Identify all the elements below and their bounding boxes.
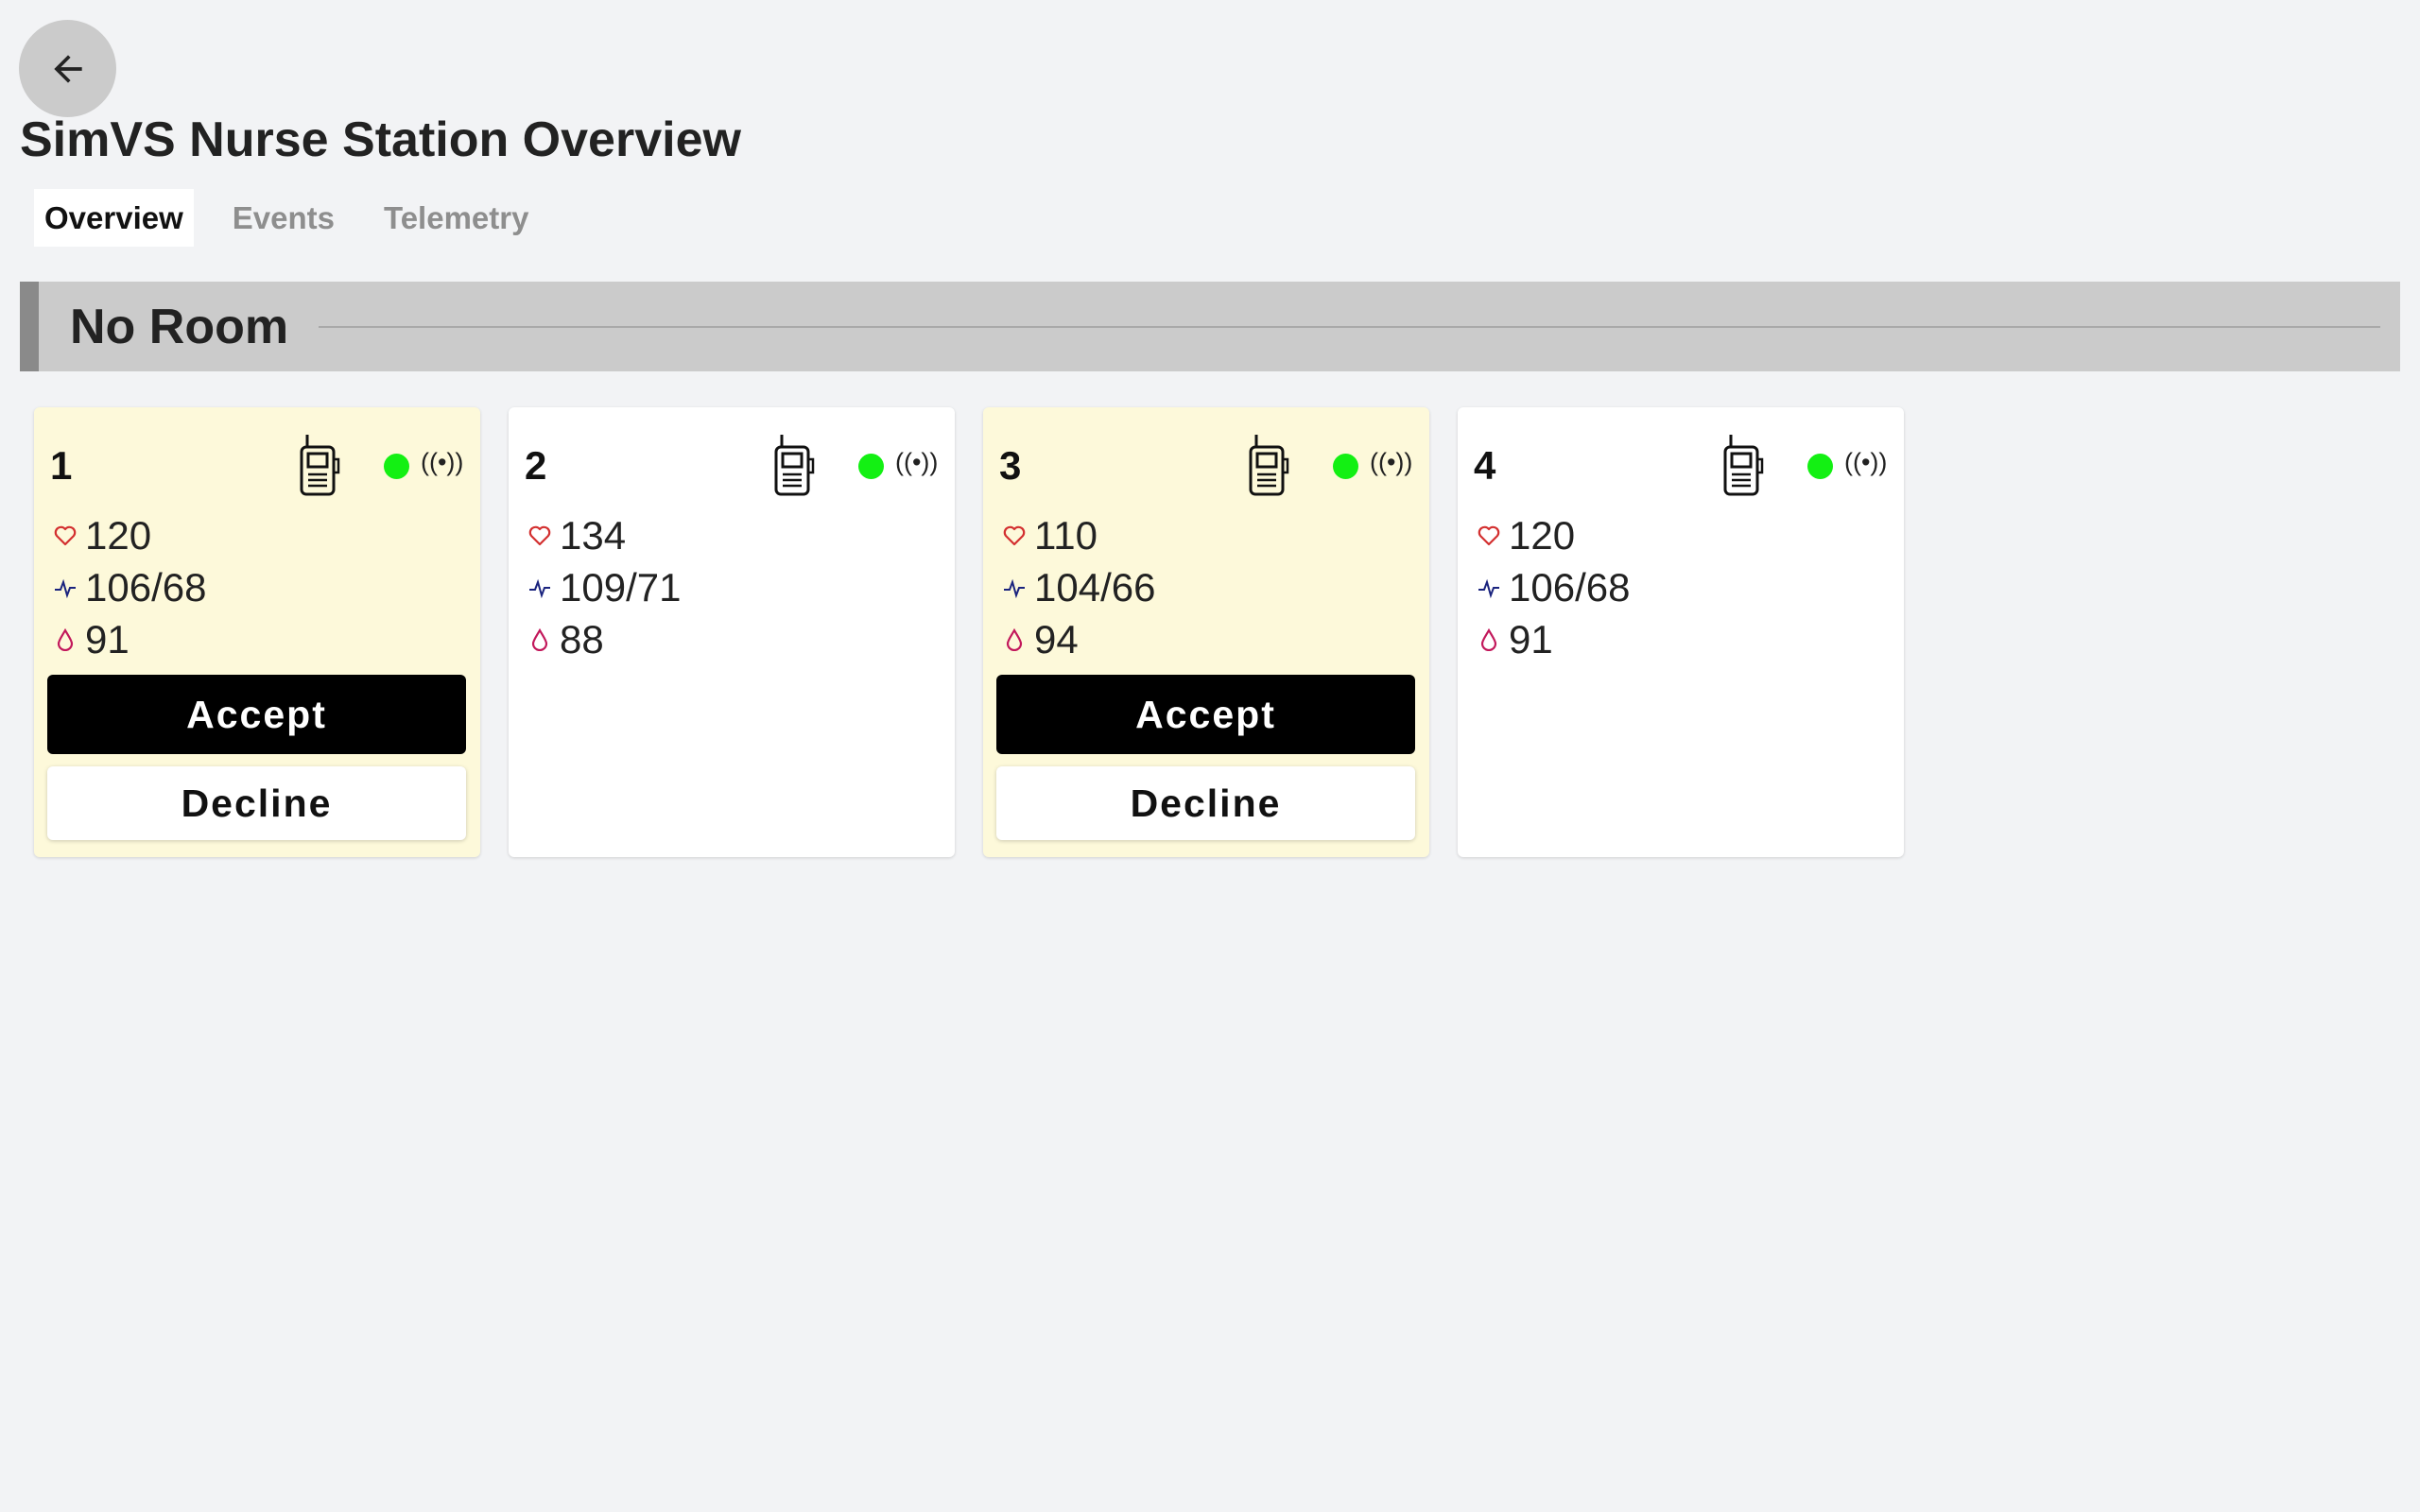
- room-name: No Room: [70, 299, 289, 354]
- tab-events[interactable]: Events: [222, 189, 345, 247]
- drop-icon: [527, 627, 552, 652]
- heart-rate: 120: [1477, 513, 1575, 558]
- blood-pressure-value: 106/68: [1509, 565, 1631, 610]
- patient-card[interactable]: 2 ((•)) 134 109/71 88: [509, 407, 955, 857]
- back-button[interactable]: [19, 20, 116, 117]
- walkie-talkie-icon: [1723, 435, 1764, 496]
- page-title: SimVS Nurse Station Overview: [20, 112, 741, 167]
- spo2-value: 94: [1034, 617, 1079, 662]
- walkie-talkie-icon: [300, 435, 340, 496]
- signal-broadcast-icon: ((•)): [421, 448, 464, 476]
- pulse-icon: [53, 576, 78, 600]
- spo2-value: 91: [85, 617, 130, 662]
- heart-icon: [1002, 524, 1027, 548]
- decline-button[interactable]: Decline: [996, 766, 1415, 840]
- accept-button[interactable]: Accept: [996, 675, 1415, 754]
- drop-icon: [1002, 627, 1027, 652]
- spo2-value: 88: [560, 617, 604, 662]
- spo2: 94: [1002, 617, 1079, 662]
- blood-pressure: 109/71: [527, 565, 681, 610]
- status-dot-icon: [1807, 454, 1833, 479]
- pulse-icon: [1477, 576, 1501, 600]
- heart-icon: [1477, 524, 1501, 548]
- pulse-icon: [527, 576, 552, 600]
- status-dot-icon: [1333, 454, 1358, 479]
- tab-telemetry[interactable]: Telemetry: [373, 189, 539, 247]
- patient-id: 3: [999, 443, 1022, 488]
- pulse-icon: [1002, 576, 1027, 600]
- blood-pressure: 106/68: [1477, 565, 1630, 610]
- decline-button[interactable]: Decline: [47, 766, 466, 840]
- patient-card[interactable]: 4 ((•)) 120 106/68 91: [1458, 407, 1904, 857]
- heart-rate-value: 134: [560, 513, 627, 558]
- blood-pressure-value: 106/68: [85, 565, 207, 610]
- status-dot-icon: [858, 454, 884, 479]
- spo2: 91: [53, 617, 130, 662]
- patient-cards: 1 ((•)) 120 106/68 91 Accept Decline 2 (…: [34, 407, 1904, 857]
- patient-card[interactable]: 3 ((•)) 110 104/66 94 Accept Decline: [983, 407, 1429, 857]
- spo2: 91: [1477, 617, 1553, 662]
- patient-id: 1: [50, 443, 73, 488]
- tab-overview[interactable]: Overview: [34, 189, 194, 247]
- blood-pressure-value: 104/66: [1034, 565, 1156, 610]
- drop-icon: [53, 627, 78, 652]
- walkie-talkie-icon: [1249, 435, 1289, 496]
- room-divider: [319, 325, 2380, 328]
- blood-pressure-value: 109/71: [560, 565, 682, 610]
- room-section-header: No Room: [20, 282, 2400, 371]
- heart-rate-value: 110: [1034, 513, 1098, 558]
- tab-bar: Overview Events Telemetry: [34, 189, 567, 247]
- heart-icon: [527, 524, 552, 548]
- heart-rate-value: 120: [1509, 513, 1576, 558]
- room-accent-bar: [20, 282, 39, 371]
- heart-rate: 134: [527, 513, 626, 558]
- patient-id: 2: [525, 443, 547, 488]
- patient-card[interactable]: 1 ((•)) 120 106/68 91 Accept Decline: [34, 407, 480, 857]
- patient-id: 4: [1474, 443, 1496, 488]
- spo2: 88: [527, 617, 604, 662]
- blood-pressure: 106/68: [53, 565, 206, 610]
- heart-rate: 110: [1002, 513, 1098, 558]
- walkie-talkie-icon: [774, 435, 815, 496]
- blood-pressure: 104/66: [1002, 565, 1155, 610]
- status-dot-icon: [384, 454, 409, 479]
- signal-broadcast-icon: ((•)): [1370, 448, 1413, 476]
- signal-broadcast-icon: ((•)): [1844, 448, 1888, 476]
- accept-button[interactable]: Accept: [47, 675, 466, 754]
- signal-broadcast-icon: ((•)): [895, 448, 939, 476]
- drop-icon: [1477, 627, 1501, 652]
- heart-rate: 120: [53, 513, 151, 558]
- heart-rate-value: 120: [85, 513, 152, 558]
- arrow-left-icon: [53, 54, 82, 83]
- heart-icon: [53, 524, 78, 548]
- spo2-value: 91: [1509, 617, 1553, 662]
